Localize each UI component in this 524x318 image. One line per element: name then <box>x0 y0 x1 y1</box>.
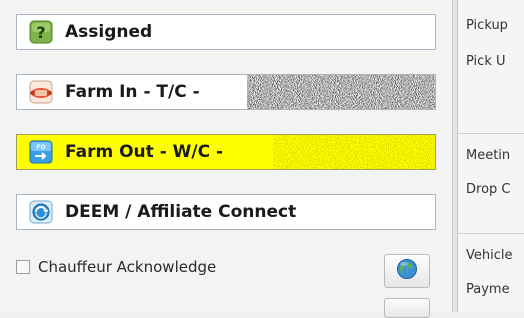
question-icon: ? <box>29 20 53 44</box>
chauffeur-acknowledge-checkbox[interactable] <box>16 260 30 274</box>
farm-out-icon: FO <box>29 140 53 164</box>
chauffeur-acknowledge-row[interactable]: Chauffeur Acknowledge <box>16 258 216 276</box>
field-label-meeting: Meetin <box>466 148 511 163</box>
globe-icon <box>396 258 418 284</box>
chauffeur-acknowledge-label: Chauffeur Acknowledge <box>38 258 217 276</box>
assigned-button[interactable]: ? Assigned <box>16 14 436 50</box>
globe-button[interactable] <box>384 254 430 288</box>
field-label-drop: Drop C <box>466 182 511 197</box>
farm-out-button[interactable]: FO Farm Out - W/C - <box>16 134 436 170</box>
secondary-button[interactable] <box>384 298 430 318</box>
field-label-payment: Payme <box>466 282 510 297</box>
redacted-text-noise <box>247 75 435 109</box>
farm-in-label: Farm In - T/C - <box>65 82 200 102</box>
field-label-vehicle: Vehicle <box>466 248 513 263</box>
assigned-label: Assigned <box>65 22 153 42</box>
farm-out-label: Farm Out - W/C - <box>65 142 224 162</box>
field-label-pickup: Pickup <box>466 18 508 33</box>
field-divider <box>458 233 524 234</box>
field-divider <box>458 133 524 134</box>
farm-in-button[interactable]: Farm In - T/C - <box>16 74 436 110</box>
redacted-text-noise <box>273 135 435 169</box>
details-panel: Pickup Pick U Meetin Drop C Vehicle Paym… <box>458 0 524 312</box>
field-label-pick-up: Pick U <box>466 54 506 69</box>
svg-text:?: ? <box>36 23 45 42</box>
handshake-icon <box>29 80 53 104</box>
deem-affiliate-label: DEEM / Affiliate Connect <box>65 202 297 222</box>
svg-text:FO: FO <box>36 144 45 151</box>
deem-affiliate-button[interactable]: DEEM / Affiliate Connect <box>16 194 436 230</box>
status-panel: ? Assigned Farm In - T/C - FO Farm Out -… <box>0 0 452 318</box>
connect-icon <box>29 200 53 224</box>
